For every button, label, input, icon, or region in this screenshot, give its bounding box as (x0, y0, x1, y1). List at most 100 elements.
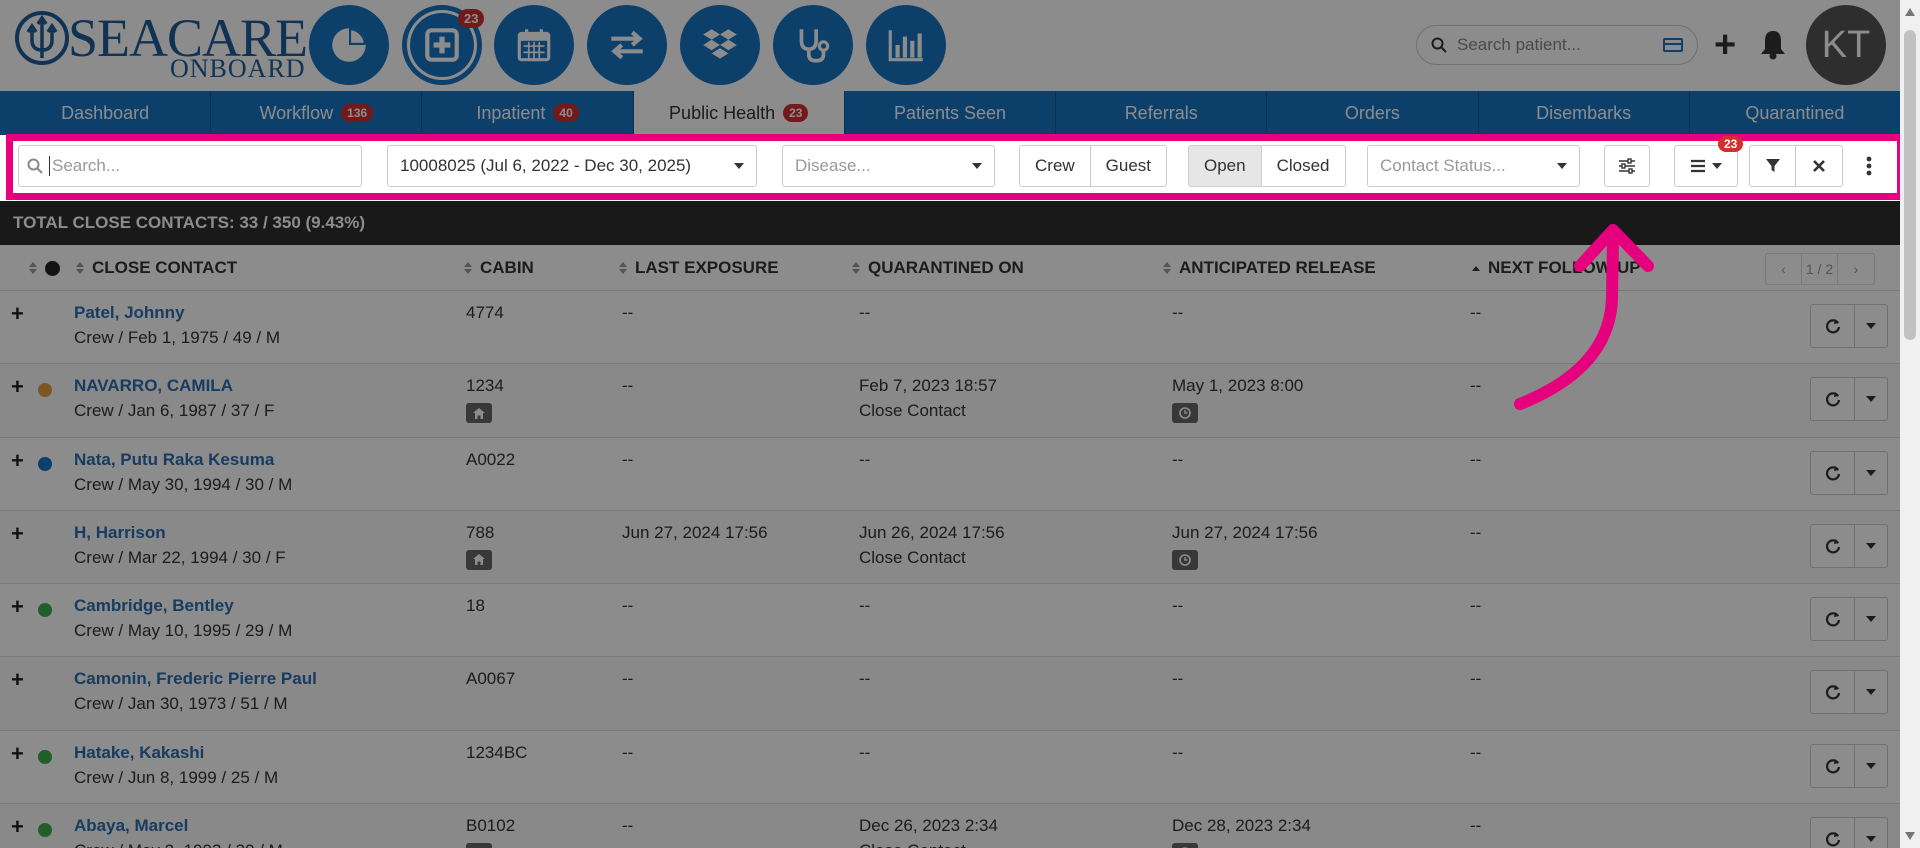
expand-row-plus-icon[interactable]: + (11, 376, 24, 398)
column-close-contact[interactable]: CLOSE CONTACT (76, 245, 237, 291)
refresh-button[interactable] (1811, 818, 1855, 848)
open-button[interactable]: Open (1189, 146, 1262, 186)
tab-disembarks[interactable]: Disembarks (1479, 91, 1690, 135)
expand-row-plus-icon[interactable]: + (11, 449, 24, 472)
voyage-select[interactable]: 10008025 (Jul 6, 2022 - Dec 30, 2025) (387, 145, 757, 187)
seacare-logo[interactable]: SEACARE ONBOARD (14, 6, 308, 86)
table-row[interactable]: + Nata, Putu Raka Kesuma Crew / May 30, 19… (0, 438, 1900, 511)
tab-orders[interactable]: Orders (1267, 91, 1479, 135)
contact-name-link[interactable]: Camonin, Frederic Pierre Paul (74, 669, 317, 689)
filter-button[interactable] (1750, 146, 1796, 186)
expand-row-plus-icon[interactable]: + (11, 669, 24, 691)
column-anticipated-release[interactable]: ANTICIPATED RELEASE (1163, 245, 1376, 291)
prev-page-button[interactable]: ‹ (1766, 254, 1802, 284)
contacts-search-input[interactable]: Search... (18, 145, 362, 187)
next-page-button[interactable]: › (1838, 254, 1874, 284)
expand-row-plus-icon[interactable]: + (11, 816, 24, 838)
more-options-button[interactable] (1854, 145, 1884, 187)
expand-row-plus-icon[interactable]: + (11, 742, 24, 765)
status-dot-icon (38, 456, 52, 471)
tab-workflow[interactable]: Workflow 136 (211, 91, 423, 135)
status-dot-icon (38, 749, 52, 764)
contact-status-placeholder: Contact Status... (1380, 156, 1506, 175)
tab-patients-seen[interactable]: Patients Seen (845, 91, 1057, 135)
table-row[interactable]: + Hatake, Kakashi Crew / Jun 8, 1999 / 25 … (0, 731, 1900, 805)
column-next-followup[interactable]: NEXT FOLLOW-UP (1472, 245, 1641, 291)
contact-name-link[interactable]: H, Harrison (74, 523, 166, 543)
quarantined-on-value: -- (859, 449, 871, 469)
table-row[interactable]: + NAVARRO, CAMILA Crew / Jan 6, 1987 / 37 … (0, 364, 1900, 438)
sort-icon (619, 262, 627, 274)
transfers-icon[interactable] (587, 5, 667, 85)
column-label: CABIN (480, 258, 534, 277)
dashboard-pie-icon[interactable] (309, 5, 389, 85)
scroll-down-arrow-icon[interactable] (1905, 832, 1915, 840)
tab-public-health[interactable]: Public Health 23 (633, 91, 845, 135)
column-cabin[interactable]: CABIN (464, 245, 534, 291)
table-row[interactable]: + Camonin, Frederic Pierre Paul Crew / Jan… (0, 657, 1900, 731)
expand-row-plus-icon[interactable]: + (11, 303, 24, 325)
table-row[interactable]: + Patel, Johnny Crew / Feb 1, 1975 / 49 / … (0, 291, 1900, 365)
filter-button-group (1749, 145, 1843, 187)
refresh-icon (1825, 832, 1840, 847)
settings-sliders-button[interactable] (1604, 145, 1650, 187)
row-menu-dropdown[interactable] (1855, 598, 1887, 640)
table-row[interactable]: + Cambridge, Bentley Crew / May 10, 1995 /… (0, 584, 1900, 658)
contact-name-link[interactable]: Hatake, Kakashi (74, 743, 204, 763)
home-icon (466, 843, 492, 848)
row-menu-dropdown[interactable] (1855, 378, 1887, 420)
user-avatar[interactable]: KT (1806, 5, 1886, 85)
patient-search-input[interactable]: Search patient... (1416, 25, 1698, 65)
expand-row-plus-icon[interactable]: + (11, 522, 24, 545)
add-patient-plus-icon[interactable]: + (1714, 26, 1736, 64)
scroll-thumb[interactable] (1904, 30, 1916, 340)
refresh-button[interactable] (1811, 524, 1855, 567)
row-menu-dropdown[interactable] (1855, 671, 1887, 713)
cabin-value: B0102 (466, 816, 516, 836)
table-row[interactable]: + Abaya, Marcel Crew / May 2, 1993 / 30 / … (0, 804, 1900, 848)
row-menu-dropdown[interactable] (1855, 818, 1887, 848)
tab-dashboard[interactable]: Dashboard (0, 91, 212, 135)
guest-button[interactable]: Guest (1090, 146, 1167, 186)
sort-icon (852, 262, 860, 274)
id-card-icon[interactable] (1663, 38, 1683, 52)
tab-quarantined[interactable]: Quarantined (1690, 91, 1900, 135)
refresh-button[interactable] (1811, 598, 1855, 641)
scroll-up-arrow-icon[interactable] (1905, 8, 1915, 16)
contact-name-link[interactable]: NAVARRO, CAMILA (74, 376, 233, 396)
tab-label: Quarantined (1745, 102, 1845, 123)
dropbox-icon[interactable] (680, 5, 760, 85)
crew-button[interactable]: Crew (1020, 146, 1091, 186)
expand-row-plus-icon[interactable]: + (11, 596, 24, 618)
contact-name-link[interactable]: Patel, Johnny (74, 303, 185, 323)
notifications-bell-icon[interactable] (1758, 28, 1788, 60)
disease-select[interactable]: Disease... (782, 145, 995, 187)
refresh-button[interactable] (1811, 744, 1855, 787)
vertical-scrollbar[interactable] (1900, 0, 1920, 848)
clear-filters-button[interactable] (1796, 146, 1842, 186)
tab-inpatient[interactable]: Inpatient 40 (422, 91, 634, 135)
refresh-button[interactable] (1811, 378, 1855, 421)
stethoscope-icon[interactable] (773, 5, 853, 85)
tab-referrals[interactable]: Referrals (1056, 91, 1268, 135)
contact-name-link[interactable]: Abaya, Marcel (74, 816, 188, 836)
contact-status-select[interactable]: Contact Status... (1367, 145, 1580, 187)
column-last-exposure[interactable]: LAST EXPOSURE (619, 245, 779, 291)
row-menu-dropdown[interactable] (1855, 305, 1887, 347)
column-quarantined-on[interactable]: QUARANTINED ON (852, 245, 1024, 291)
refresh-button[interactable] (1811, 451, 1855, 494)
closed-button[interactable]: Closed (1261, 146, 1345, 186)
contact-name-link[interactable]: Cambridge, Bentley (74, 596, 234, 616)
row-menu-dropdown[interactable] (1855, 745, 1887, 787)
reports-chart-icon[interactable] (866, 5, 946, 85)
refresh-button[interactable] (1811, 671, 1855, 714)
calendar-icon[interactable] (494, 5, 574, 85)
row-menu-dropdown[interactable] (1855, 525, 1887, 567)
contact-details: Crew / May 10, 1995 / 29 / M (74, 621, 293, 641)
status-sort-header[interactable] (29, 245, 60, 291)
cabin-value: A0067 (466, 669, 516, 689)
table-row[interactable]: + H, Harrison Crew / Mar 22, 1994 / 30 / F… (0, 510, 1900, 585)
row-menu-dropdown[interactable] (1855, 452, 1887, 494)
refresh-button[interactable] (1811, 305, 1855, 347)
contact-name-link[interactable]: Nata, Putu Raka Kesuma (74, 450, 274, 470)
